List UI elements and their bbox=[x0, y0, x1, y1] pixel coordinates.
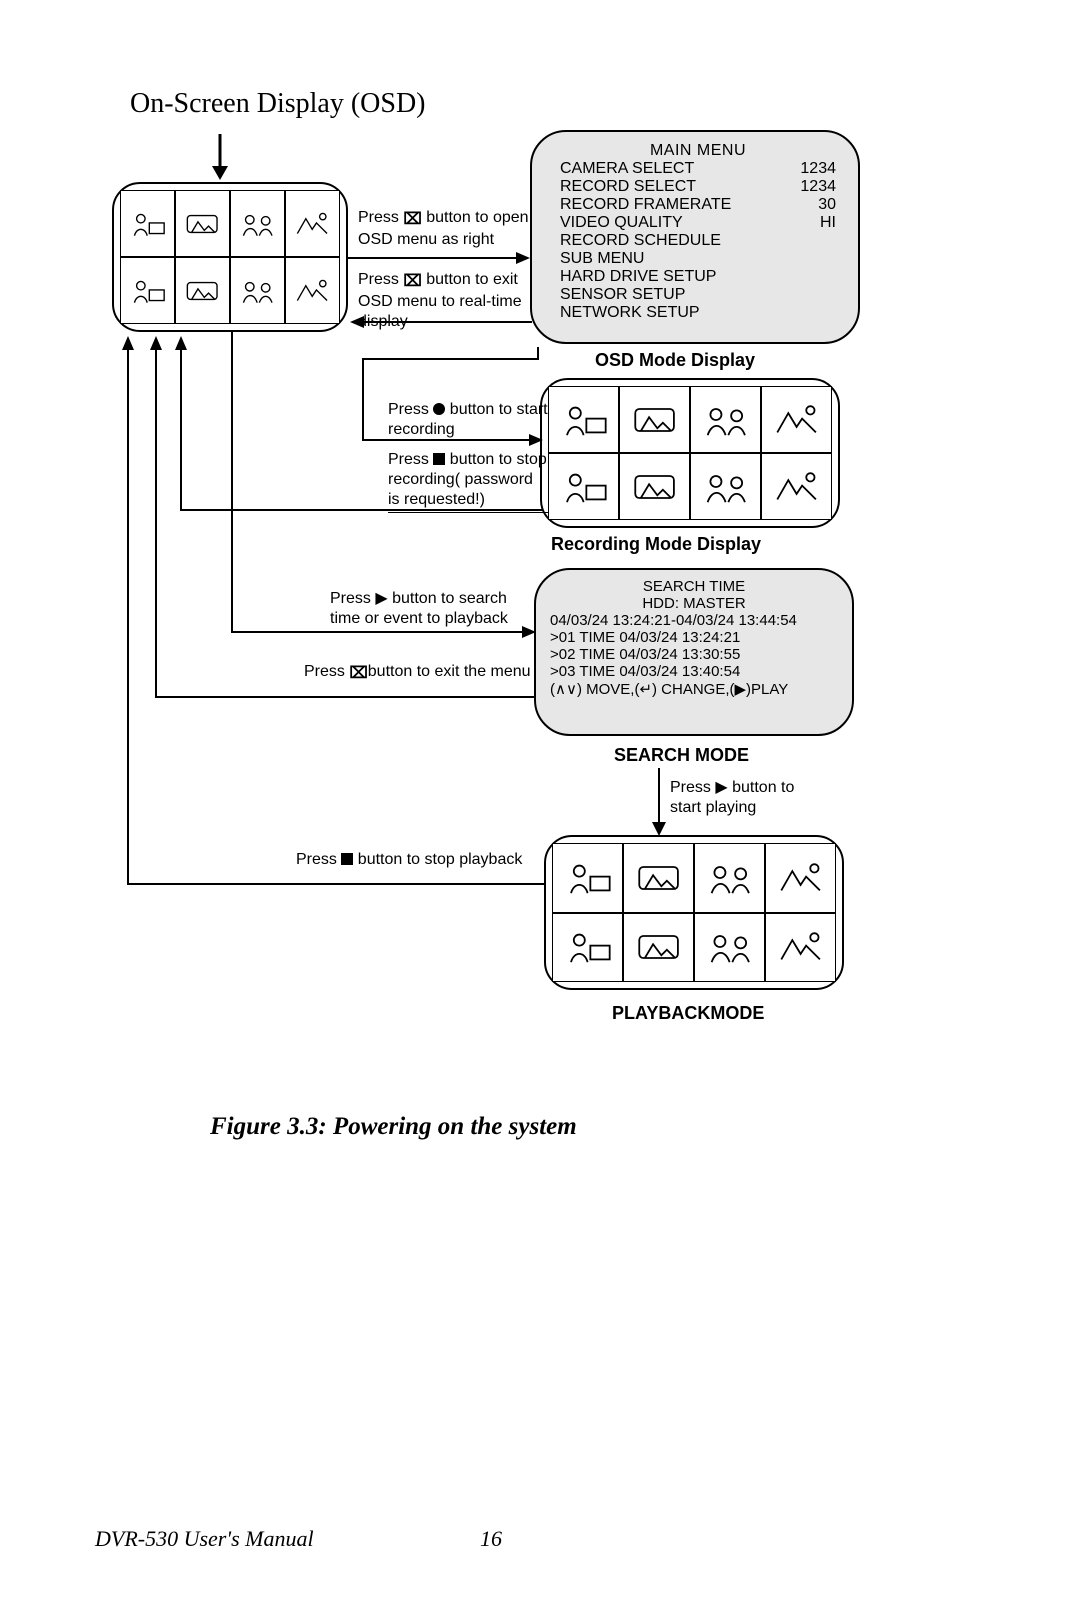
camera-tile bbox=[175, 257, 230, 324]
camera-tile bbox=[619, 453, 690, 520]
footer-manual: DVR-530 User's Manual bbox=[95, 1526, 314, 1552]
menu-row: RECORD SELECT1234 bbox=[560, 178, 836, 196]
camera-tile bbox=[619, 386, 690, 453]
search-line: >03 TIME 04/03/24 13:40:54 bbox=[550, 663, 838, 680]
arrow-down-into-realtime bbox=[210, 134, 230, 182]
camera-tile bbox=[623, 843, 694, 913]
label-open-osd: Press ⌧ button to open OSD menu as right bbox=[358, 208, 530, 250]
arrow-search-to-playback bbox=[649, 768, 669, 838]
search-mode-heading: SEARCH MODE bbox=[614, 744, 749, 767]
camera-tile bbox=[761, 386, 832, 453]
camera-tile bbox=[694, 843, 765, 913]
camera-tile bbox=[761, 453, 832, 520]
recording-display-screen bbox=[540, 378, 840, 528]
footer-page-number: 16 bbox=[480, 1526, 502, 1552]
page: On-Screen Display (OSD) MAIN MENU CAMERA… bbox=[0, 0, 1080, 1618]
camera-tile bbox=[230, 257, 285, 324]
menu-row: CAMERA SELECT1234 bbox=[560, 160, 836, 178]
camera-tile bbox=[552, 843, 623, 913]
camera-tile bbox=[548, 453, 619, 520]
camera-tile bbox=[120, 190, 175, 257]
main-menu-title: MAIN MENU bbox=[560, 142, 836, 160]
menu-row: NETWORK SETUP bbox=[560, 304, 836, 322]
camera-tile bbox=[765, 843, 836, 913]
camera-tile bbox=[765, 913, 836, 983]
playback-mode-heading: PLAYBACKMODE bbox=[612, 1002, 764, 1025]
camera-tile bbox=[548, 386, 619, 453]
camera-tile bbox=[690, 453, 761, 520]
realtime-display-screen bbox=[112, 182, 348, 332]
camera-tile bbox=[690, 386, 761, 453]
menu-row: SUB MENU bbox=[560, 250, 836, 268]
osd-mode-heading: OSD Mode Display bbox=[595, 349, 755, 372]
search-mode-box: SEARCH TIME HDD: MASTER 04/03/24 13:24:2… bbox=[534, 568, 854, 736]
arrow-osd-to-realtime bbox=[348, 314, 532, 330]
search-line: >01 TIME 04/03/24 13:24:21 bbox=[550, 629, 838, 646]
search-hint: (∧∨) MOVE,(↵) CHANGE,(▶)PLAY bbox=[550, 680, 838, 698]
camera-tile bbox=[120, 257, 175, 324]
camera-tile bbox=[623, 913, 694, 983]
camera-tile bbox=[552, 913, 623, 983]
arrow-playback-to-realtime bbox=[120, 332, 548, 890]
recording-mode-heading: Recording Mode Display bbox=[551, 533, 761, 556]
playback-display-screen bbox=[544, 835, 844, 990]
menu-row: VIDEO QUALITYHI bbox=[560, 214, 836, 232]
label-start-playing: Press ▶ button to start playing bbox=[670, 778, 820, 818]
camera-tile bbox=[285, 190, 340, 257]
menu-row: RECORD SCHEDULE bbox=[560, 232, 836, 250]
search-title: SEARCH TIME bbox=[550, 578, 838, 595]
play-icon: ▶ bbox=[715, 779, 727, 796]
camera-tile bbox=[230, 190, 285, 257]
search-line: >02 TIME 04/03/24 13:30:55 bbox=[550, 646, 838, 663]
camera-tile bbox=[694, 913, 765, 983]
menu-row: SENSOR SETUP bbox=[560, 286, 836, 304]
section-title: On-Screen Display (OSD) bbox=[130, 88, 426, 120]
search-range: 04/03/24 13:24:21-04/03/24 13:44:54 bbox=[550, 612, 838, 629]
menu-row: RECORD FRAMERATE30 bbox=[560, 196, 836, 214]
search-hdd: HDD: MASTER bbox=[550, 595, 838, 612]
camera-tile bbox=[175, 190, 230, 257]
main-menu-box: MAIN MENU CAMERA SELECT1234RECORD SELECT… bbox=[530, 130, 860, 344]
arrow-realtime-to-osd bbox=[348, 250, 532, 266]
figure-caption: Figure 3.3: Powering on the system bbox=[210, 1113, 577, 1141]
camera-tile bbox=[285, 257, 340, 324]
menu-row: HARD DRIVE SETUP bbox=[560, 268, 836, 286]
